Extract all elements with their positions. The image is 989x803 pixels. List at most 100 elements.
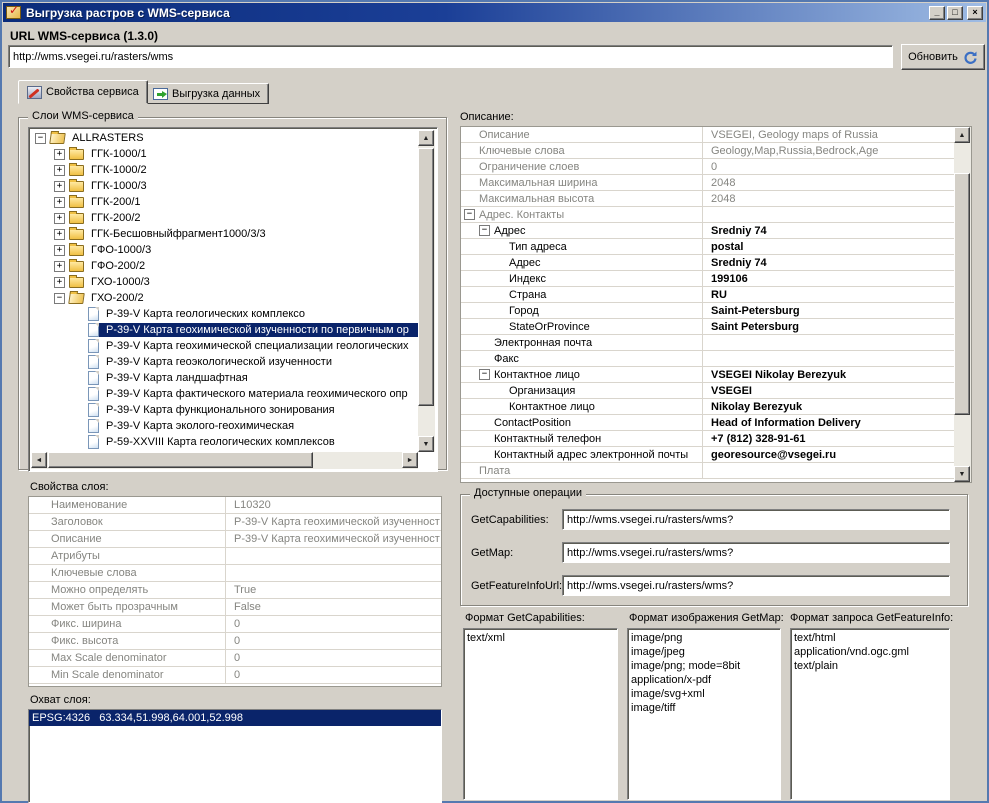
tree-item[interactable]: +ГГК-1000/2 xyxy=(31,162,418,178)
tree-item[interactable]: +ГХО-1000/3 xyxy=(31,274,418,290)
scroll-down-icon[interactable]: ▼ xyxy=(418,436,434,452)
getfeatureinfo-url-input[interactable] xyxy=(562,575,950,596)
layer-property-row[interactable]: НаименованиеL10320 xyxy=(29,497,441,514)
layer-property-row[interactable]: Атрибуты xyxy=(29,548,441,565)
layer-property-row[interactable]: ЗаголовокP-39-V Карта геохимической изуч… xyxy=(29,514,441,531)
tree-vertical-scrollbar[interactable]: ▲ ▼ xyxy=(418,130,435,452)
property-row[interactable]: Максимальная ширина2048 xyxy=(461,175,954,191)
tree-item[interactable]: +ГГК-Бесшовныйфрагмент1000/3/3 xyxy=(31,226,418,242)
tree-item[interactable]: −ГХО-200/2 xyxy=(31,290,418,306)
minimize-button-icon[interactable]: _ xyxy=(929,6,945,20)
tree-item[interactable]: P-39-V Карта геоэкологической изученност… xyxy=(31,354,418,370)
expand-plus-icon[interactable]: + xyxy=(54,165,65,176)
getmap-url-input[interactable] xyxy=(562,542,950,563)
scroll-up-icon[interactable]: ▲ xyxy=(418,130,434,146)
expand-plus-icon[interactable]: + xyxy=(54,213,65,224)
tree-item[interactable]: P-39-V Карта функционального зонирования xyxy=(31,402,418,418)
extent-item[interactable]: EPSG:4326 63.334,51.998,64.001,52.998 xyxy=(29,710,441,726)
property-row[interactable]: ГородSaint-Petersburg xyxy=(461,303,954,319)
tree-item[interactable]: P-39-V Карта фактического материала геох… xyxy=(31,386,418,402)
tree-horizontal-scrollbar[interactable]: ◄ ► xyxy=(31,452,418,469)
format-item[interactable]: image/tiff xyxy=(628,701,780,715)
tree-item[interactable]: +ГГК-200/2 xyxy=(31,210,418,226)
tree-item[interactable]: P-39-V Карта геологических комплексо xyxy=(31,306,418,322)
refresh-button[interactable]: Обновить xyxy=(901,44,985,70)
property-row[interactable]: Электронная почта xyxy=(461,335,954,351)
expand-minus-icon[interactable]: − xyxy=(479,369,490,380)
getcapabilities-url-input[interactable] xyxy=(562,509,950,530)
tab-data-download[interactable]: Выгрузка данных xyxy=(144,83,269,104)
format-getfeatureinfo-list[interactable]: text/htmlapplication/vnd.ogc.gmltext/pla… xyxy=(790,628,950,800)
property-row[interactable]: −АдресSredniy 74 xyxy=(461,223,954,239)
format-item[interactable]: application/x-pdf xyxy=(628,673,780,687)
expand-minus-icon[interactable]: − xyxy=(35,133,46,144)
description-scroll-thumb[interactable] xyxy=(954,173,970,415)
scroll-up-icon[interactable]: ▲ xyxy=(954,127,970,143)
tree-item[interactable]: +ГГК-1000/1 xyxy=(31,146,418,162)
property-row[interactable]: −Адрес. Контакты xyxy=(461,207,954,223)
property-row[interactable]: ОрганизацияVSEGEI xyxy=(461,383,954,399)
expand-plus-icon[interactable]: + xyxy=(54,197,65,208)
layer-property-row[interactable]: Можно определятьTrue xyxy=(29,582,441,599)
tree-hscroll-thumb[interactable] xyxy=(48,452,313,468)
tree-item[interactable]: P-39-V Карта геохимической специализации… xyxy=(31,338,418,354)
expand-plus-icon[interactable]: + xyxy=(54,229,65,240)
tree-item[interactable]: +ГФО-200/2 xyxy=(31,258,418,274)
tree-item[interactable]: +ГГК-1000/3 xyxy=(31,178,418,194)
layer-property-row[interactable]: Ключевые слова xyxy=(29,565,441,582)
extent-list[interactable]: EPSG:4326 63.334,51.998,64.001,52.998 xyxy=(28,709,442,803)
property-row[interactable]: Контактное лицоNikolay Berezyuk xyxy=(461,399,954,415)
layer-property-row[interactable]: Фикс. высота0 xyxy=(29,633,441,650)
expand-minus-icon[interactable]: − xyxy=(54,293,65,304)
property-row[interactable]: Индекс199106 xyxy=(461,271,954,287)
format-item[interactable]: text/plain xyxy=(791,659,949,673)
scroll-down-icon[interactable]: ▼ xyxy=(954,466,970,482)
expand-plus-icon[interactable]: + xyxy=(54,149,65,160)
tree-item[interactable]: P-39-V Карта ландшафтная xyxy=(31,370,418,386)
property-row[interactable]: StateOrProvinceSaint Petersburg xyxy=(461,319,954,335)
tab-service-properties[interactable]: Свойства сервиса xyxy=(18,80,148,104)
property-row[interactable]: Контактный телефон+7 (812) 328-91-61 xyxy=(461,431,954,447)
wms-layers-tree[interactable]: −ALLRASTERS+ГГК-1000/1+ГГК-1000/2+ГГК-10… xyxy=(28,127,438,472)
property-row[interactable]: Максимальная высота2048 xyxy=(461,191,954,207)
expand-minus-icon[interactable]: − xyxy=(479,225,490,236)
tree-item[interactable]: P-39-V Карта эколого-геохимическая xyxy=(31,418,418,434)
tree-item[interactable]: +ГГК-200/1 xyxy=(31,194,418,210)
tree-item[interactable]: −ALLRASTERS xyxy=(31,130,418,146)
expand-plus-icon[interactable]: + xyxy=(54,261,65,272)
property-row[interactable]: Плата xyxy=(461,463,954,479)
layer-property-row[interactable]: Может быть прозрачнымFalse xyxy=(29,599,441,616)
property-row[interactable]: −Контактное лицоVSEGEI Nikolay Berezyuk xyxy=(461,367,954,383)
property-row[interactable]: ОписаниеVSEGEI, Geology maps of Russia xyxy=(461,127,954,143)
format-getcapabilities-list[interactable]: text/xml xyxy=(463,628,618,800)
wms-url-input[interactable] xyxy=(8,45,893,68)
format-item[interactable]: text/xml xyxy=(464,631,617,645)
scroll-left-icon[interactable]: ◄ xyxy=(31,452,47,468)
scroll-right-icon[interactable]: ► xyxy=(402,452,418,468)
maximize-button-icon[interactable]: □ xyxy=(947,6,963,20)
expand-plus-icon[interactable]: + xyxy=(54,181,65,192)
titlebar[interactable]: Выгрузка растров с WMS-сервиса _ □ × xyxy=(3,3,986,22)
layer-property-row[interactable]: Фикс. ширина0 xyxy=(29,616,441,633)
property-row[interactable]: Ключевые словаGeology,Map,Russia,Bedrock… xyxy=(461,143,954,159)
expand-plus-icon[interactable]: + xyxy=(54,277,65,288)
tree-item[interactable]: P-59-XXVIII Карта геологических комплекс… xyxy=(31,434,418,450)
layer-property-row[interactable]: Max Scale denominator0 xyxy=(29,650,441,667)
property-row[interactable]: Тип адресаpostal xyxy=(461,239,954,255)
tree-vscroll-thumb[interactable] xyxy=(418,148,434,406)
expand-minus-icon[interactable]: − xyxy=(464,209,475,220)
format-item[interactable]: text/html xyxy=(791,631,949,645)
property-row[interactable]: Контактный адрес электронной почтыgeores… xyxy=(461,447,954,463)
layer-property-row[interactable]: Min Scale denominator0 xyxy=(29,667,441,684)
format-item[interactable]: image/svg+xml xyxy=(628,687,780,701)
description-scrollbar[interactable]: ▲ ▼ xyxy=(954,127,971,482)
format-item[interactable]: image/png xyxy=(628,631,780,645)
format-item[interactable]: application/vnd.ogc.gml xyxy=(791,645,949,659)
close-button-icon[interactable]: × xyxy=(967,6,983,20)
format-item[interactable]: image/png; mode=8bit xyxy=(628,659,780,673)
format-item[interactable]: image/jpeg xyxy=(628,645,780,659)
tree-item[interactable]: +ГФО-1000/3 xyxy=(31,242,418,258)
expand-plus-icon[interactable]: + xyxy=(54,245,65,256)
tree-item[interactable]: P-39-V Карта геохимической изученности п… xyxy=(31,322,418,338)
layer-property-row[interactable]: ОписаниеP-39-V Карта геохимической изуче… xyxy=(29,531,441,548)
